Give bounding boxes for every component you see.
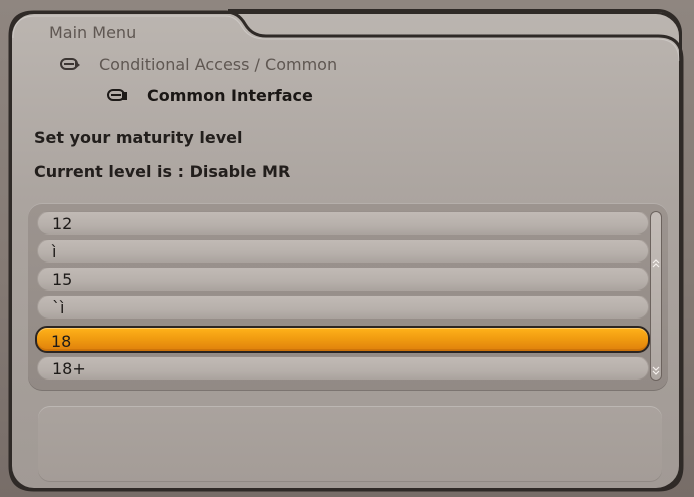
level-option-18-plus[interactable]: 18+	[37, 356, 649, 380]
current-level-text: Current level is : Disable MR	[34, 162, 291, 181]
level-option-18-selected[interactable]: 18	[35, 326, 650, 353]
level-option-backtick-i[interactable]: `ì	[37, 295, 649, 319]
info-panel	[38, 406, 662, 482]
double-down-arrow-icon[interactable]	[652, 365, 660, 375]
screen: Main Menu Conditional Access / Common Co…	[0, 0, 694, 497]
level-option-15[interactable]: 15	[37, 267, 649, 291]
level-list-scrollbar[interactable]	[650, 211, 662, 381]
level-option-i[interactable]: ì	[37, 239, 649, 263]
maturity-title: Set your maturity level	[34, 128, 243, 147]
level-option-12[interactable]: 12	[37, 211, 649, 235]
double-up-arrow-icon[interactable]	[652, 259, 660, 269]
